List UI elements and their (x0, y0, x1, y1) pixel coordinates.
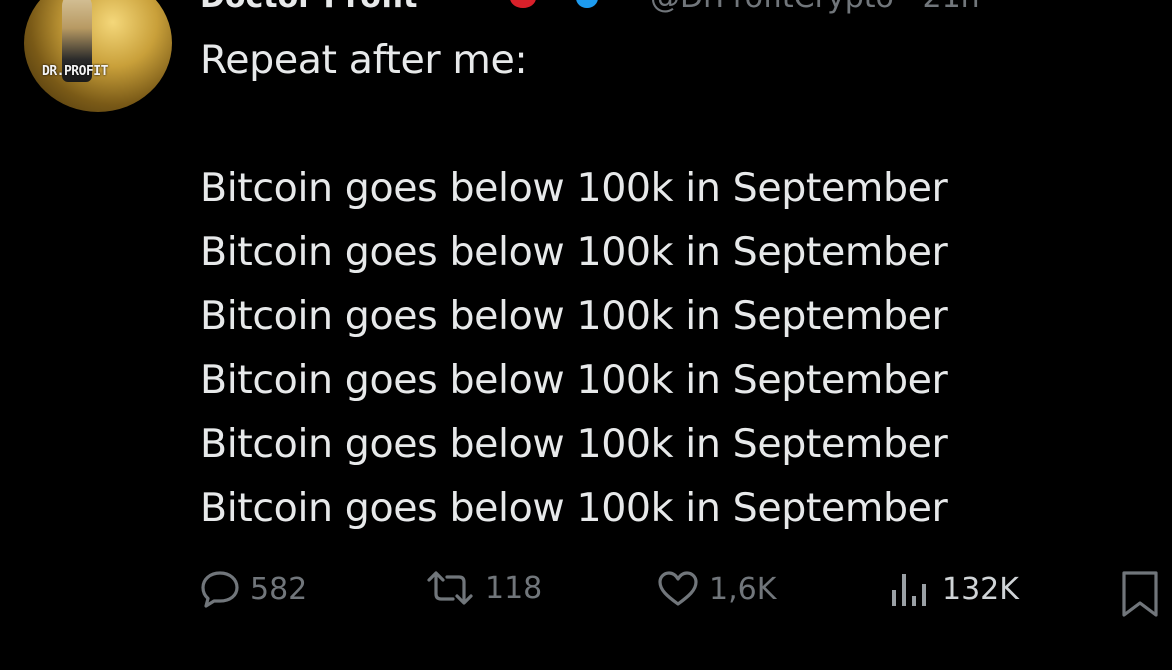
tweet-line: Bitcoin goes below 100k in September (200, 293, 948, 339)
like-count: 1,6K (709, 571, 777, 607)
repost-icon (427, 571, 473, 605)
repost-button[interactable]: 118 (425, 570, 542, 606)
tweet-line: Bitcoin goes below 100k in September (200, 421, 948, 467)
author-display-name[interactable]: Doctor Profit (200, 0, 417, 15)
bookmark-button[interactable] (1119, 570, 1161, 618)
avatar-logo-text: DR.PROFIT (42, 64, 108, 79)
tweet-line: Bitcoin goes below 100k in September (200, 357, 948, 403)
avatar[interactable]: DR.PROFIT (24, 0, 172, 112)
views-button[interactable]: 132K (888, 570, 1019, 608)
tweet-text: Repeat after me: Bitcoin goes below 100k… (200, 28, 1120, 540)
views-count: 132K (942, 571, 1019, 607)
red-badge-icon (510, 0, 536, 8)
like-button[interactable]: 1,6K (657, 570, 776, 608)
tweet-action-bar: 582 118 1,6K 132K (200, 570, 1172, 620)
author-handle[interactable]: @DrProfitCrypto · 21h (650, 0, 980, 15)
reply-count: 582 (250, 571, 308, 607)
author-badges (510, 0, 598, 8)
tweet-intro-line: Repeat after me: (200, 37, 528, 83)
reply-button[interactable]: 582 (200, 570, 307, 608)
tweet-line: Bitcoin goes below 100k in September (200, 229, 948, 275)
bookmark-icon (1122, 571, 1158, 617)
tweet-line: Bitcoin goes below 100k in September (200, 165, 948, 211)
repost-count: 118 (485, 570, 543, 606)
views-icon (892, 574, 926, 606)
reply-icon (201, 571, 239, 608)
verified-badge-icon (576, 0, 598, 8)
tweet-line: Bitcoin goes below 100k in September (200, 485, 948, 531)
heart-icon (658, 571, 698, 606)
